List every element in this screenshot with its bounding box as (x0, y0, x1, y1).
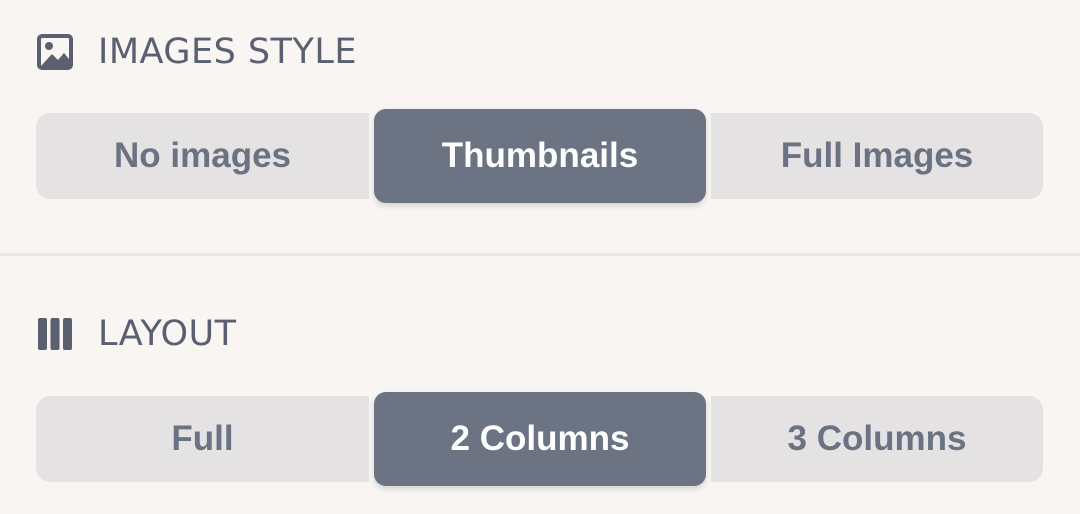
layout-header: LAYOUT (36, 314, 237, 354)
segment-no-images[interactable]: No images (36, 113, 369, 199)
segment-full[interactable]: Full (36, 396, 369, 482)
segment-2-columns[interactable]: 2 Columns (374, 392, 706, 486)
image-icon (36, 33, 74, 71)
images-style-header: IMAGES STYLE (36, 32, 357, 72)
segment-full-images[interactable]: Full Images (711, 113, 1043, 199)
columns-icon (36, 315, 74, 353)
images-style-segmented-control: No images Thumbnails Full Images (36, 109, 1043, 203)
section-divider (0, 253, 1080, 256)
layout-segmented-control: Full 2 Columns 3 Columns (36, 392, 1043, 486)
images-style-title: IMAGES STYLE (98, 32, 358, 72)
layout-title: LAYOUT (98, 314, 237, 354)
segment-3-columns[interactable]: 3 Columns (711, 396, 1043, 482)
segment-thumbnails[interactable]: Thumbnails (374, 109, 706, 203)
